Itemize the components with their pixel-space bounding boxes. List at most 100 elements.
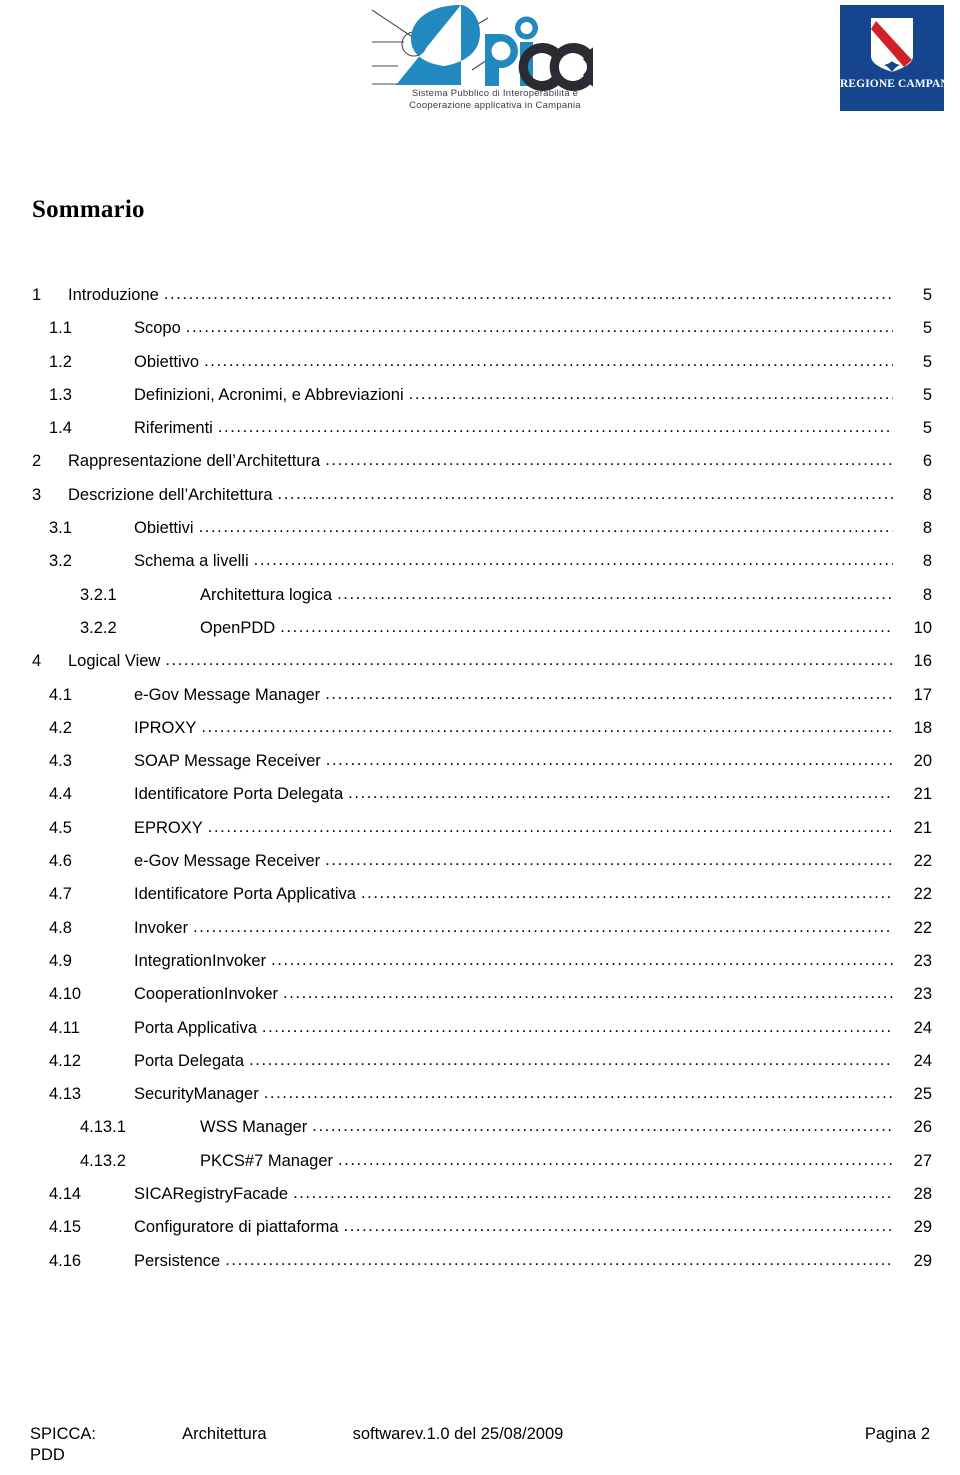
toc-entry-number: 4.16 [49,1251,82,1270]
table-of-contents: 1 Introduzione...........................… [32,285,932,1285]
toc-entry-page: 17 [913,685,932,704]
toc-entry[interactable]: 1.4 Riferimenti..........................… [32,418,932,452]
toc-entry[interactable]: 1.3 Definizioni, Acronimi, e Abbreviazion… [32,384,932,419]
toc-entry[interactable]: 4.3 SOAP Message Receiver................… [32,751,932,785]
toc-entry-page: 29 [913,1251,932,1270]
toc-entry[interactable]: 4.11 Porta Applicativa...................… [32,1018,932,1052]
toc-entry-number: 3 [32,485,42,504]
toc-entry-label: SecurityManager [134,1085,259,1104]
toc-entry[interactable]: 3.1 Obiettivi............................… [32,518,932,552]
footer-version: v.1.0 del 25/08/2009 [415,1425,564,1443]
toc-entry-number: 4.15 [49,1218,82,1237]
toc-entry[interactable]: 4.4 Identificatore Porta Delegata........… [32,784,932,818]
toc-entry-number: 4.13.1 [80,1118,126,1137]
toc-entry[interactable]: 4.13 SecurityManager.....................… [32,1084,932,1118]
toc-entry-label: WSS Manager [200,1118,308,1137]
toc-entry-page: 25 [913,1085,932,1104]
toc-entry[interactable]: 4.1 e-Gov Message Manager................… [32,684,932,719]
toc-entry-label: Rappresentazione dell’Architettura [68,452,321,471]
toc-entry-label: SICARegistryFacade [134,1185,289,1204]
toc-entry[interactable]: 1.2 Obiettivo............................… [32,351,932,386]
toc-entry[interactable]: 4.12 Porta Delegata......................… [32,1050,932,1085]
toc-entry-label: EPROXY [134,818,203,837]
toc-entry-label: Porta Applicativa [134,1018,257,1037]
toc-entry-page: 8 [922,585,932,604]
toc-entry-label: Definizioni, Acronimi, e Abbreviazioni [134,385,404,404]
toc-leader-dots: ........................................… [253,551,893,570]
toc-leader-dots: ........................................… [343,1217,893,1236]
toc-leader-dots: ........................................… [201,717,893,736]
toc-entry-page: 8 [922,552,932,571]
toc-leader-dots: ........................................… [325,684,893,703]
toc-entry[interactable]: 4.10 CooperationInvoker..................… [32,984,932,1018]
toc-leader-dots: ........................................… [293,1184,893,1203]
toc-entry[interactable]: 2 Rappresentazione dell’Architettura.....… [32,451,932,485]
toc-entry[interactable]: 4 Logical View...........................… [32,651,932,685]
toc-leader-dots: ........................................… [338,1150,893,1169]
toc-leader-dots: ........................................… [325,451,893,470]
footer-doc-word3: PDD [30,1446,65,1464]
toc-entry-number: 4.4 [49,785,72,804]
toc-entry[interactable]: 4.5 EPROXY...............................… [32,818,932,852]
toc-leader-dots: ........................................… [408,384,893,403]
toc-entry[interactable]: 4.16 Persistence.........................… [32,1250,932,1285]
page-title: Sommario [32,196,145,223]
spicca-tagline-line2: Cooperazione applicativa in Campania [409,99,581,111]
toc-entry[interactable]: 4.6 e-Gov Message Receiver...............… [32,851,932,885]
toc-entry-label: Riferimenti [134,419,213,438]
toc-entry[interactable]: 3.2.1 Architettura logica................… [32,585,932,619]
toc-entry-number: 1.3 [49,385,72,404]
toc-entry[interactable]: 4.13.2 PKCS#7 Manager....................… [32,1150,932,1185]
toc-entry-label: e-Gov Message Manager [134,685,321,704]
toc-entry-number: 4 [32,652,42,671]
toc-entry-page: 22 [913,885,932,904]
toc-entry-page: 6 [922,452,932,471]
toc-entry-number: 4.13.2 [80,1151,126,1170]
toc-entry-page: 16 [913,652,932,671]
toc-leader-dots: ........................................… [249,1050,893,1069]
toc-leader-dots: ........................................… [312,1117,893,1136]
toc-entry-label: Scopo [134,319,181,338]
toc-entry[interactable]: 4.8 Invoker..............................… [32,918,932,952]
toc-leader-dots: ........................................… [225,1250,893,1269]
toc-entry[interactable]: 4.7 Identificatore Porta Applicativa.....… [32,884,932,918]
toc-entry[interactable]: 3 Descrizione dell’Architettura..........… [32,485,932,519]
toc-entry[interactable]: 3.2.2 OpenPDD............................… [32,618,932,652]
toc-leader-dots: ........................................… [204,351,893,370]
toc-entry-number: 4.10 [49,985,82,1004]
toc-entry-page: 27 [913,1151,932,1170]
toc-entry-page: 23 [913,985,932,1004]
toc-leader-dots: ........................................… [348,784,893,803]
toc-entry[interactable]: 4.14 SICARegistryFacade..................… [32,1184,932,1218]
toc-entry-number: 4.9 [49,951,72,970]
toc-leader-dots: ........................................… [283,984,893,1003]
toc-entry-page: 21 [913,785,932,804]
toc-entry[interactable]: 4.2 IPROXY...............................… [32,717,932,752]
toc-entry-page: 22 [913,852,932,871]
toc-entry-label: SOAP Message Receiver [134,752,321,771]
toc-entry-page: 5 [922,352,932,371]
toc-entry-page: 18 [913,718,932,737]
toc-entry-label: CooperationInvoker [134,985,279,1004]
toc-entry-label: Invoker [134,918,189,937]
footer-line-1: SPICCA: Architettura software v.1.0 del … [30,1425,930,1444]
toc-entry-page: 5 [922,385,932,404]
toc-entry[interactable]: 3.2 Schema a livelli.....................… [32,551,932,585]
toc-entry-page: 23 [913,951,932,970]
toc-entry-page: 8 [922,519,932,538]
toc-entry-number: 3.2.2 [80,618,117,637]
campania-shield-icon [871,18,913,72]
toc-entry-page: 21 [913,818,932,837]
toc-entry-page: 29 [913,1218,932,1237]
toc-entry-label: e-Gov Message Receiver [134,852,321,871]
toc-entry-label: PKCS#7 Manager [200,1151,333,1170]
toc-entry[interactable]: 4.13.1 WSS Manager.......................… [32,1117,932,1151]
toc-leader-dots: ........................................… [360,884,893,903]
toc-leader-dots: ........................................… [325,751,893,770]
toc-entry-number: 1.4 [49,419,72,438]
toc-entry-page: 5 [922,286,932,304]
toc-entry[interactable]: 4.15 Configuratore di piattaforma........… [32,1217,932,1251]
toc-entry[interactable]: 4.9 IntegrationInvoker...................… [32,951,932,985]
toc-entry[interactable]: 1.1 Scopo................................… [32,318,932,352]
toc-entry[interactable]: 1 Introduzione...........................… [32,285,932,319]
